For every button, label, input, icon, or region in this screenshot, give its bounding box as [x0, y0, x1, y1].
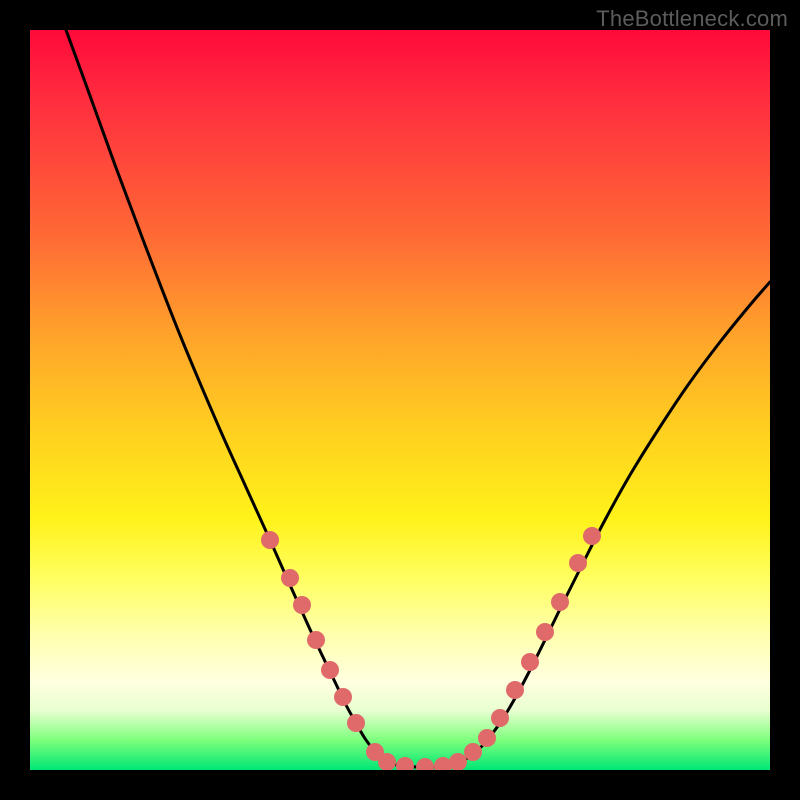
marker-dot [321, 661, 339, 679]
plot-area [30, 30, 770, 770]
marker-dot [281, 569, 299, 587]
marker-dot [478, 729, 496, 747]
marker-dot [569, 554, 587, 572]
marker-dot [521, 653, 539, 671]
chart-svg [30, 30, 770, 770]
marker-dot [396, 757, 414, 770]
marker-dot [506, 681, 524, 699]
curve-markers [261, 527, 601, 770]
marker-dot [416, 758, 434, 770]
marker-dot [464, 743, 482, 761]
v-curve-path [66, 30, 770, 767]
marker-dot [261, 531, 279, 549]
marker-dot [551, 593, 569, 611]
marker-dot [449, 753, 467, 770]
marker-dot [293, 596, 311, 614]
marker-dot [491, 709, 509, 727]
marker-dot [347, 714, 365, 732]
marker-dot [307, 631, 325, 649]
marker-dot [536, 623, 554, 641]
marker-dot [583, 527, 601, 545]
watermark-text: TheBottleneck.com [596, 6, 788, 32]
marker-dot [334, 688, 352, 706]
chart-frame: TheBottleneck.com [0, 0, 800, 800]
